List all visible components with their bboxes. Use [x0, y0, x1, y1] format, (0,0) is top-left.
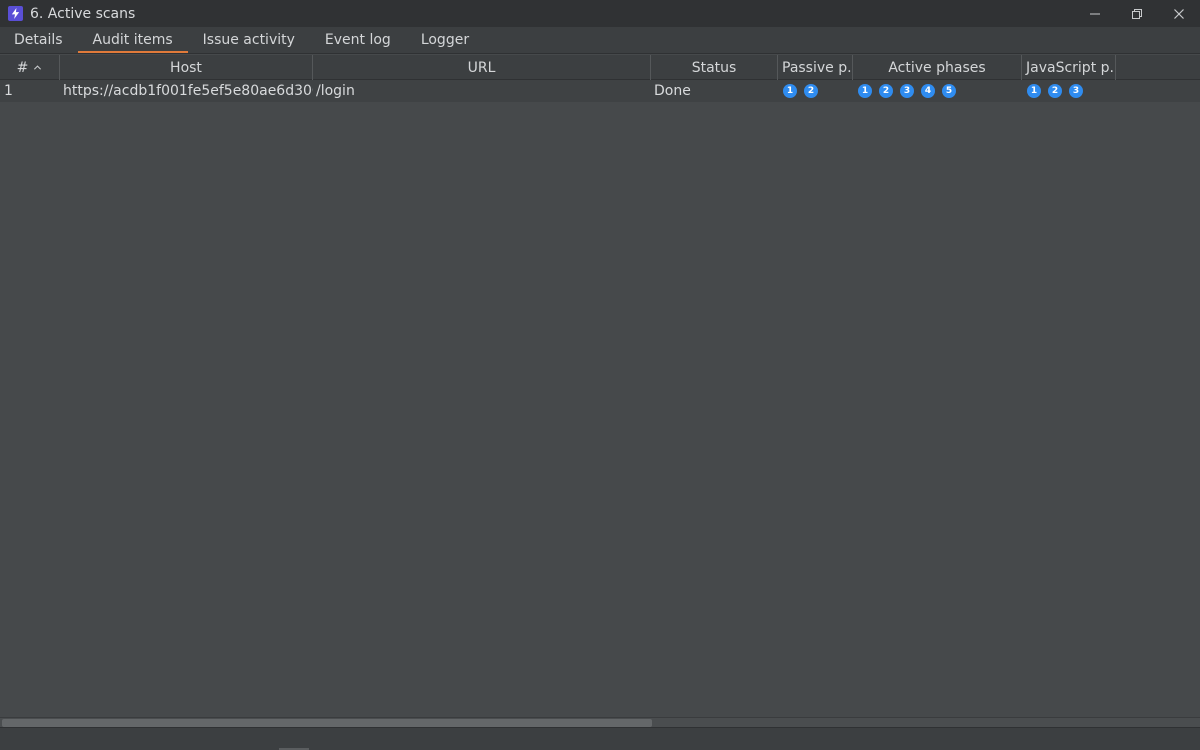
- table-header: # Host URL Status Passive p... Active ph…: [0, 55, 1200, 80]
- restore-button[interactable]: [1116, 0, 1158, 27]
- cell-passive-phases: 1 2: [778, 80, 853, 102]
- restore-icon: [1132, 8, 1142, 19]
- table-row[interactable]: 1 https://acdb1f001fe5ef5e80ae6d300... /…: [0, 80, 1200, 102]
- close-icon: [1174, 8, 1184, 19]
- minimize-button[interactable]: [1074, 0, 1116, 27]
- phase-badge: 2: [879, 84, 893, 98]
- window-title: 6. Active scans: [30, 5, 136, 22]
- phase-badge: 1: [783, 84, 797, 98]
- status-bar: [0, 727, 1200, 750]
- phase-badge: 1: [1027, 84, 1041, 98]
- column-header-url[interactable]: URL: [313, 55, 651, 80]
- phase-badge: 2: [804, 84, 818, 98]
- tab-details[interactable]: Details: [0, 26, 78, 53]
- tab-audit-items[interactable]: Audit items: [77, 26, 188, 53]
- cell-filler: [1116, 80, 1200, 102]
- column-header-number[interactable]: #: [0, 55, 60, 80]
- phase-badge: 2: [1048, 84, 1062, 98]
- phase-badge: 5: [942, 84, 956, 98]
- phase-badge: 3: [900, 84, 914, 98]
- title-bar[interactable]: 6. Active scans: [0, 0, 1200, 27]
- cell-url: /login: [316, 83, 355, 99]
- minimize-icon: [1090, 13, 1100, 14]
- cell-status: Done: [654, 83, 691, 99]
- chevron-up-icon: [33, 63, 42, 72]
- lightning-icon: [8, 6, 23, 21]
- table-body: 1 https://acdb1f001fe5ef5e80ae6d300... /…: [0, 80, 1200, 102]
- tab-logger[interactable]: Logger: [406, 26, 484, 53]
- cell-javascript-phases: 1 2 3: [1022, 80, 1116, 102]
- window-controls: [1074, 0, 1200, 27]
- column-header-status[interactable]: Status: [651, 55, 778, 80]
- cell-host: https://acdb1f001fe5ef5e80ae6d300...: [63, 83, 313, 99]
- cell-number: 1: [4, 83, 13, 99]
- phase-badge: 4: [921, 84, 935, 98]
- tab-event-log[interactable]: Event log: [310, 26, 406, 53]
- tab-issue-activity[interactable]: Issue activity: [188, 26, 310, 53]
- column-header-active-phases[interactable]: Active phases: [853, 55, 1022, 80]
- tab-bar: Details Audit items Issue activity Event…: [0, 27, 1200, 54]
- column-header-host[interactable]: Host: [60, 55, 313, 80]
- close-button[interactable]: [1158, 0, 1200, 27]
- column-header-filler: [1116, 55, 1200, 80]
- column-header-number-label: #: [16, 59, 29, 76]
- scrollbar-thumb[interactable]: [2, 719, 652, 727]
- column-header-javascript-phases[interactable]: JavaScript p...: [1022, 55, 1116, 80]
- phase-badge: 3: [1069, 84, 1083, 98]
- horizontal-scrollbar[interactable]: [0, 717, 1200, 727]
- column-header-passive-phases[interactable]: Passive p...: [778, 55, 853, 80]
- phase-badge: 1: [858, 84, 872, 98]
- cell-active-phases: 1 2 3 4 5: [853, 80, 1022, 102]
- active-scans-window: 6. Active scans Details Audit items Issu: [0, 0, 1200, 750]
